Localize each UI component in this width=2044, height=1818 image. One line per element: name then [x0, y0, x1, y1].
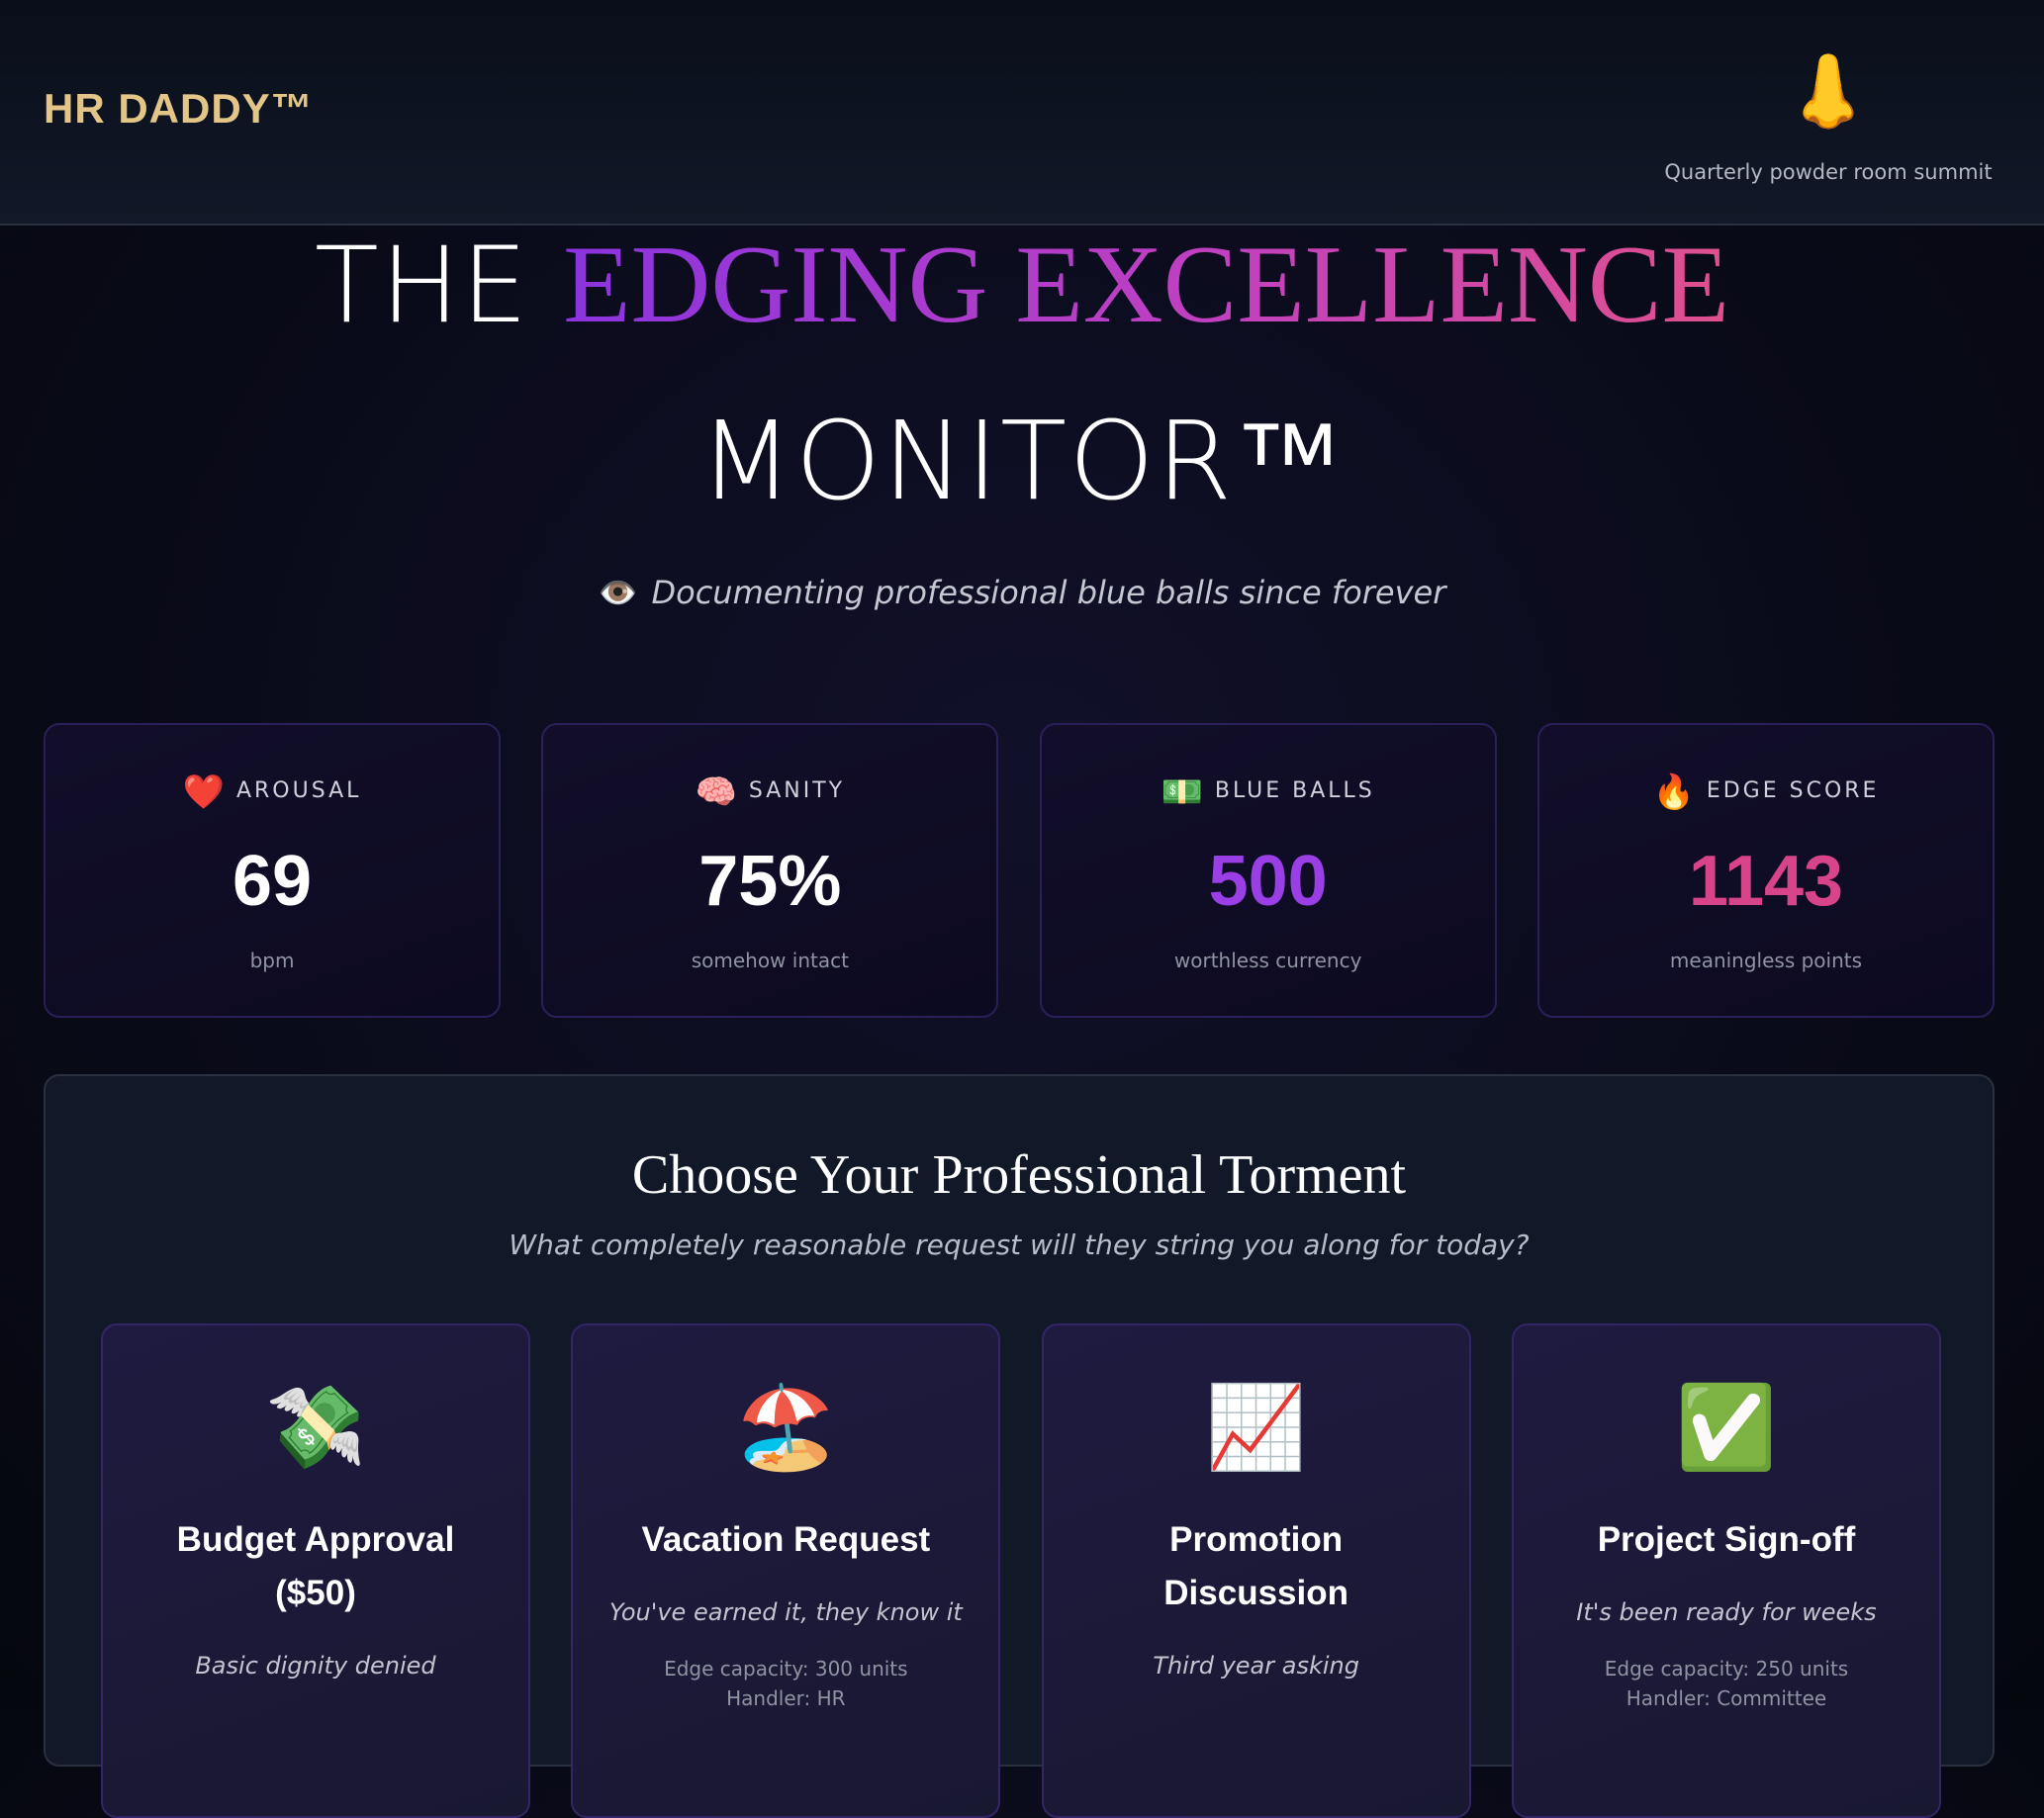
stat-label: EDGE SCORE: [1706, 778, 1880, 803]
fire-icon: 🔥: [1652, 773, 1695, 812]
stat-header: 🧠 SANITY: [543, 773, 996, 812]
stats-row: ❤️ AROUSAL 69 bpm 🧠 SANITY 75% somehow int…: [44, 723, 1995, 1020]
torment-panel: Choose Your Professional Torment What co…: [44, 1074, 1995, 1818]
card-handler: Handler: Committee: [1626, 1686, 1827, 1710]
card-capacity: Edge capacity: 250 units: [1604, 1657, 1849, 1681]
beach-umbrella-icon: 🏖️: [735, 1381, 837, 1475]
torment-card-vacation-request[interactable]: 🏖️ Vacation Request You've earned it, th…: [571, 1323, 1001, 1818]
brain-icon: 🧠: [695, 773, 737, 812]
eye-icon: 👁️: [598, 574, 638, 611]
stat-card-edge-score: 🔥 EDGE SCORE 1143 meaningless points: [1536, 723, 1995, 1018]
subtitle-text: Documenting professional blue balls sinc…: [651, 574, 1446, 611]
card-description: Basic dignity denied: [195, 1652, 436, 1680]
torment-card-project-sign-off[interactable]: ✅ Project Sign-off It's been ready for w…: [1511, 1323, 1941, 1818]
title-highlight: EDGING EXCELLENCE: [563, 224, 1730, 346]
title-the: THE: [314, 225, 530, 346]
chart-increasing-icon: 📈: [1205, 1381, 1307, 1475]
stat-header: 💵 BLUE BALLS: [1042, 773, 1495, 812]
nose-icon: 👃: [1784, 49, 1873, 133]
stat-card-blue-balls: 💵 BLUE BALLS 500 worthless currency: [1039, 723, 1497, 1018]
card-title: Budget Approval ($50): [176, 1520, 455, 1612]
page-title: THE EDGING EXCELLENCE MONITOR™: [0, 226, 2044, 520]
torment-card-budget-approval[interactable]: 💸 Budget Approval ($50) Basic dignity de…: [101, 1323, 530, 1818]
stat-unit: worthless currency: [1173, 949, 1362, 972]
stat-value: 1143: [1688, 842, 1844, 921]
stat-unit: meaningless points: [1669, 949, 1863, 972]
heart-icon: ❤️: [182, 773, 225, 812]
card-description: It's been ready for weeks: [1576, 1598, 1877, 1626]
stat-unit: bpm: [249, 949, 295, 972]
page-subtitle: 👁️ Documenting professional blue balls si…: [0, 574, 2044, 611]
card-handler: Handler: HR: [726, 1686, 846, 1710]
panel-subtitle: What completely reasonable request will …: [509, 1228, 1530, 1261]
stat-header: ❤️ AROUSAL: [46, 773, 499, 812]
card-title: Promotion Discussion: [1163, 1520, 1349, 1612]
stat-card-sanity: 🧠 SANITY 75% somehow intact: [541, 723, 999, 1018]
brand-logo[interactable]: HR DADDY™: [44, 85, 314, 133]
stat-value: 75%: [698, 842, 842, 921]
card-title: Project Sign-off: [1597, 1520, 1856, 1559]
summit-label: Quarterly powder room summit: [1664, 160, 1993, 184]
card-description: You've earned it, they know it: [608, 1598, 963, 1626]
stat-header: 🔥 EDGE SCORE: [1539, 773, 1993, 812]
dollar-bill-icon: 💵: [1161, 773, 1203, 812]
panel-title: Choose Your Professional Torment: [631, 1144, 1407, 1206]
stat-value: 69: [232, 842, 313, 921]
title-line-2: MONITOR™: [698, 398, 1346, 524]
top-bar: HR DADDY™ 👃 Quarterly powder room summit: [0, 0, 2044, 226]
stat-label: SANITY: [748, 778, 846, 803]
check-mark-icon: ✅: [1675, 1381, 1778, 1475]
stat-value: 500: [1208, 842, 1328, 921]
stat-label: BLUE BALLS: [1214, 778, 1375, 803]
stat-card-arousal: ❤️ AROUSAL 69 bpm: [44, 723, 501, 1018]
card-title: Vacation Request: [641, 1520, 931, 1559]
card-capacity: Edge capacity: 300 units: [664, 1657, 908, 1681]
card-description: Third year asking: [1153, 1652, 1359, 1680]
stat-label: AROUSAL: [235, 778, 362, 803]
torment-cards: 💸 Budget Approval ($50) Basic dignity de…: [101, 1323, 1941, 1818]
stat-unit: somehow intact: [691, 949, 849, 972]
money-with-wings-icon: 💸: [264, 1381, 367, 1475]
title-line-1: THE EDGING EXCELLENCE: [0, 224, 2044, 346]
torment-card-promotion-discussion[interactable]: 📈 Promotion Discussion Third year asking: [1041, 1323, 1471, 1818]
summit-button[interactable]: 👃 Quarterly powder room summit: [1660, 51, 1997, 184]
